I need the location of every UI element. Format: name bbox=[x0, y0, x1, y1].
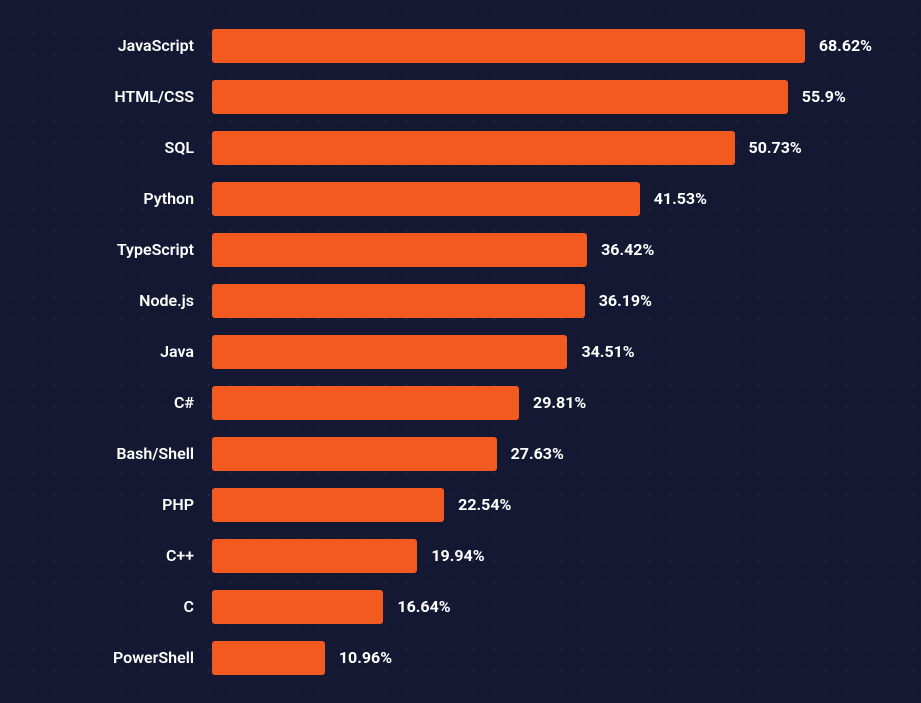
bar-label: JavaScript bbox=[30, 36, 212, 55]
bar-row: HTML/CSS 55.9% bbox=[30, 71, 891, 122]
bar-fill bbox=[212, 182, 640, 216]
bar-row: C 16.64% bbox=[30, 581, 891, 632]
bar-fill bbox=[212, 29, 805, 63]
bar-track: 22.54% bbox=[212, 488, 872, 522]
bar-fill bbox=[212, 590, 383, 624]
bar-value: 68.62% bbox=[819, 36, 872, 55]
bar-fill bbox=[212, 131, 735, 165]
bar-row: TypeScript 36.42% bbox=[30, 224, 891, 275]
bar-fill bbox=[212, 641, 325, 675]
bar-label: Java bbox=[30, 342, 212, 361]
bar-label: C# bbox=[30, 393, 212, 412]
bar-track: 36.19% bbox=[212, 284, 872, 318]
bar-row: Python 41.53% bbox=[30, 173, 891, 224]
bar-fill bbox=[212, 335, 567, 369]
bar-track: 68.62% bbox=[212, 29, 872, 63]
bar-label: Node.js bbox=[30, 291, 212, 310]
bar-track: 50.73% bbox=[212, 131, 872, 165]
bar-track: 19.94% bbox=[212, 539, 872, 573]
bar-label: Python bbox=[30, 189, 212, 208]
bar-fill bbox=[212, 284, 585, 318]
bar-value: 29.81% bbox=[533, 393, 586, 412]
bar-label: HTML/CSS bbox=[30, 87, 212, 106]
bar-row: PHP 22.54% bbox=[30, 479, 891, 530]
bar-fill bbox=[212, 539, 417, 573]
bar-fill bbox=[212, 80, 788, 114]
bar-value: 19.94% bbox=[431, 546, 484, 565]
bar-label: C bbox=[30, 597, 212, 616]
bar-fill bbox=[212, 437, 497, 471]
bar-track: 16.64% bbox=[212, 590, 872, 624]
bar-value: 22.54% bbox=[458, 495, 511, 514]
bar-label: Bash/Shell bbox=[30, 444, 212, 463]
bar-label: PowerShell bbox=[30, 648, 212, 667]
bar-track: 55.9% bbox=[212, 80, 872, 114]
bar-value: 10.96% bbox=[339, 648, 392, 667]
bar-chart: JavaScript 68.62% HTML/CSS 55.9% SQL 50.… bbox=[0, 0, 921, 703]
bar-row: Node.js 36.19% bbox=[30, 275, 891, 326]
bar-value: 36.19% bbox=[599, 291, 652, 310]
bar-label: SQL bbox=[30, 138, 212, 157]
bar-label: C++ bbox=[30, 546, 212, 565]
bar-track: 29.81% bbox=[212, 386, 872, 420]
bar-value: 27.63% bbox=[511, 444, 564, 463]
bar-track: 27.63% bbox=[212, 437, 872, 471]
bar-fill bbox=[212, 386, 519, 420]
bar-row: Java 34.51% bbox=[30, 326, 891, 377]
bar-row: JavaScript 68.62% bbox=[30, 20, 891, 71]
bar-fill bbox=[212, 233, 587, 267]
bar-value: 36.42% bbox=[601, 240, 654, 259]
bar-row: PowerShell 10.96% bbox=[30, 632, 891, 683]
bar-value: 34.51% bbox=[581, 342, 634, 361]
bar-value: 41.53% bbox=[654, 189, 707, 208]
bar-row: C++ 19.94% bbox=[30, 530, 891, 581]
bar-fill bbox=[212, 488, 444, 522]
bar-track: 41.53% bbox=[212, 182, 872, 216]
bar-track: 36.42% bbox=[212, 233, 872, 267]
bar-row: Bash/Shell 27.63% bbox=[30, 428, 891, 479]
bar-value: 50.73% bbox=[749, 138, 802, 157]
bar-track: 10.96% bbox=[212, 641, 872, 675]
bar-row: SQL 50.73% bbox=[30, 122, 891, 173]
bar-value: 16.64% bbox=[397, 597, 450, 616]
bar-track: 34.51% bbox=[212, 335, 872, 369]
bar-label: PHP bbox=[30, 495, 212, 514]
bar-label: TypeScript bbox=[30, 240, 212, 259]
bar-value: 55.9% bbox=[802, 87, 846, 106]
bar-row: C# 29.81% bbox=[30, 377, 891, 428]
